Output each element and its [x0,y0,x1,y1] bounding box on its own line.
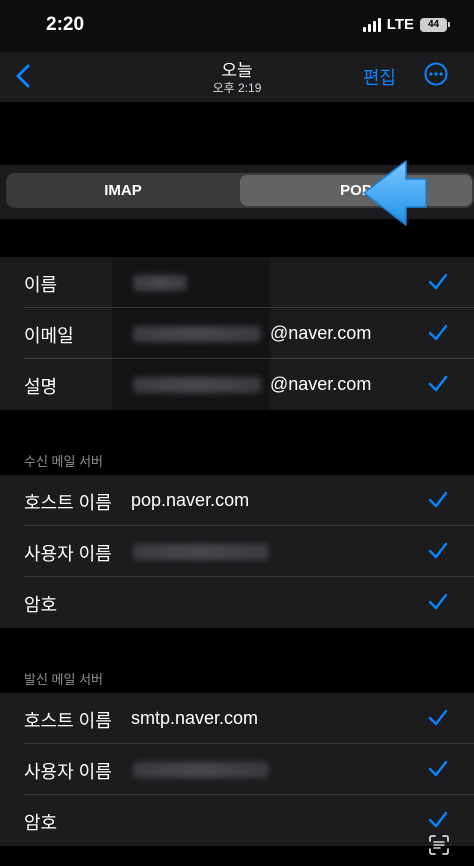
redacted-value [133,762,269,778]
nav-title: 오늘 [221,61,253,80]
redacted-value [133,377,261,393]
redacted-value [133,544,269,560]
cellular-signal-icon [362,17,381,32]
row-outgoing-password[interactable]: 암호 [0,795,474,846]
incoming-server-group: 호스트 이름 pop.naver.com 사용자 이름 암호 [0,475,474,628]
row-value: pop.naver.com [131,490,250,510]
pointer-arrow-icon [363,160,427,226]
battery-icon: 44 [420,17,450,32]
checkmark-icon [428,593,448,610]
segment-imap[interactable]: IMAP [8,175,238,206]
row-label: 사용자 이름 [24,544,112,564]
row-label: 암호 [24,595,58,615]
outgoing-server-group: 호스트 이름 smtp.naver.com 사용자 이름 암호 [0,693,474,846]
segment-pop[interactable]: POP [240,175,472,206]
checkmark-icon [428,760,448,777]
more-options-icon[interactable] [424,62,448,86]
redacted-value [133,275,187,291]
edit-button[interactable]: 편집 [363,64,396,90]
redacted-value [133,326,261,342]
row-label: 설명 [24,377,58,397]
row-incoming-host[interactable]: 호스트 이름 pop.naver.com [0,475,474,526]
row-outgoing-host[interactable]: 호스트 이름 smtp.naver.com [0,693,474,744]
status-time: 2:20 [46,14,85,35]
row-label: 암호 [24,813,58,833]
nav-subtitle: 오후 2:19 [212,81,262,95]
row-description[interactable]: 설명 @naver.com [0,359,474,410]
checkmark-icon [428,542,448,559]
network-type: LTE [386,16,414,33]
settings-scroll-area[interactable]: IMAP POP 이름 이메일 @naver.com 설명 @naver.com… [0,102,474,866]
row-value: smtp.naver.com [131,708,259,728]
row-outgoing-username[interactable]: 사용자 이름 [0,744,474,795]
row-label: 호스트 이름 [24,493,112,513]
row-label: 사용자 이름 [24,762,112,782]
navigation-bar: 오늘 오후 2:19 편집 [0,52,474,102]
status-bar: 2:20 LTE 44 [0,0,474,52]
checkmark-icon [428,324,448,341]
checkmark-icon [428,491,448,508]
battery-level: 44 [420,17,447,32]
status-indicators: LTE 44 [362,16,450,33]
account-group: 이름 이메일 @naver.com 설명 @naver.com [0,257,474,410]
checkmark-icon [428,273,448,290]
live-text-scan-icon[interactable] [428,834,450,856]
outgoing-section-header: 발신 메일 서버 [24,672,103,687]
checkmark-icon [428,375,448,392]
row-value: @naver.com [270,323,372,343]
row-incoming-password[interactable]: 암호 [0,577,474,628]
checkmark-icon [428,709,448,726]
row-value: @naver.com [270,374,372,394]
row-label: 이메일 [24,326,74,346]
row-label: 이름 [24,275,58,295]
incoming-section-header: 수신 메일 서버 [24,454,103,469]
checkmark-icon [428,811,448,828]
row-name[interactable]: 이름 [0,257,474,308]
row-label: 호스트 이름 [24,711,112,731]
row-email[interactable]: 이메일 @naver.com [0,308,474,359]
row-incoming-username[interactable]: 사용자 이름 [0,526,474,577]
